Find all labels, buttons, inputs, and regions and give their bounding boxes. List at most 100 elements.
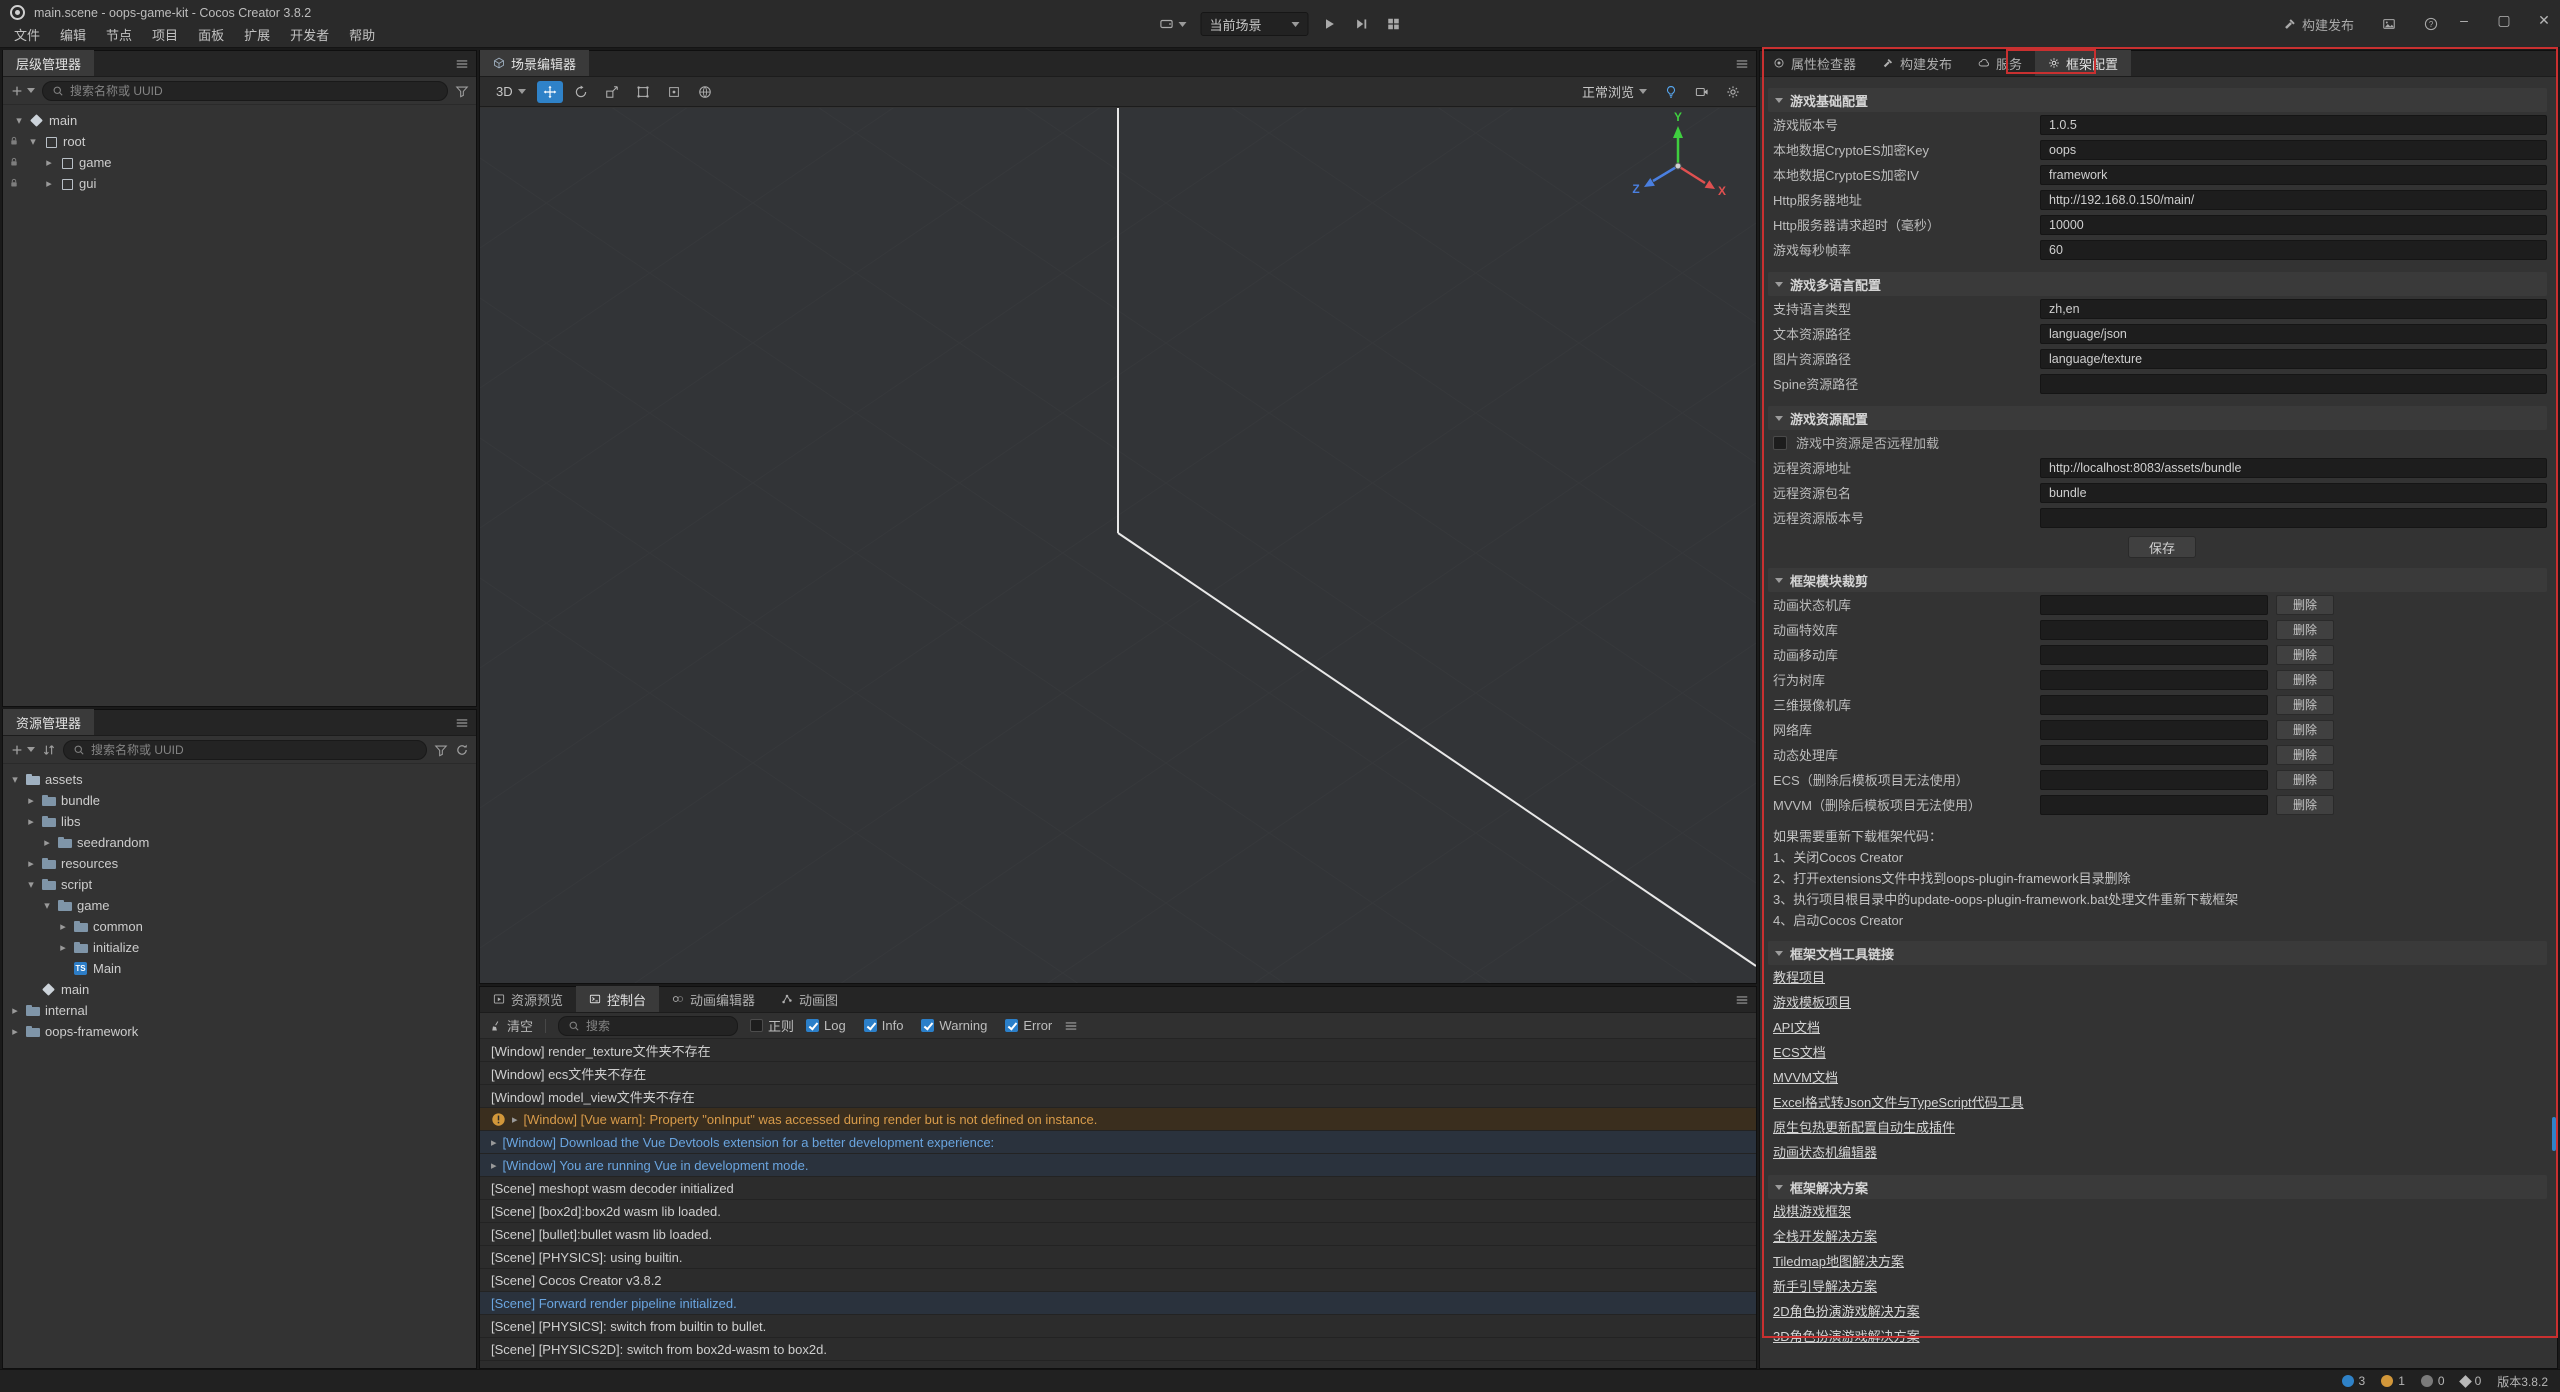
doc-link[interactable]: ECS文档 <box>1773 1040 1826 1065</box>
expand-arrow[interactable]: ▸ <box>25 794 37 807</box>
scene-select[interactable]: 当前场景 <box>1201 12 1309 36</box>
console-message-row[interactable]: ▸ [Window] model_view文件夹不存在 <box>480 1085 1756 1108</box>
log-filter-checkbox[interactable]: Log <box>806 1018 846 1033</box>
create-node-button[interactable] <box>10 84 35 98</box>
console-message-row[interactable]: ▸ [Window] [Vue warn]: Property "onInput… <box>480 1108 1756 1131</box>
asset-row[interactable]: ▸ resources <box>3 853 476 874</box>
scale-tool[interactable] <box>599 81 625 103</box>
section-module-trim[interactable]: 框架模块裁剪 <box>1768 568 2547 592</box>
hierarchy-node-row[interactable]: ▸ gui <box>3 173 476 194</box>
section-language-config[interactable]: 游戏多语言配置 <box>1768 272 2547 296</box>
delete-module-button[interactable]: 删除 <box>2276 620 2334 640</box>
doc-link[interactable]: 游戏模板项目 <box>1773 990 1851 1015</box>
rect-tool[interactable] <box>630 81 656 103</box>
delete-module-button[interactable]: 删除 <box>2276 770 2334 790</box>
asset-row[interactable]: ▸ initialize <box>3 937 476 958</box>
asset-row[interactable]: ▸ libs <box>3 811 476 832</box>
create-asset-button[interactable] <box>10 743 35 757</box>
hierarchy-node-row[interactable]: ▾ main <box>3 110 476 131</box>
scene-settings-icon[interactable] <box>1720 81 1746 103</box>
tab-animation-editor[interactable]: 动画编辑器 <box>659 986 768 1012</box>
doc-link[interactable]: Excel格式转Json文件与TypeScript代码工具 <box>1773 1090 2024 1115</box>
sort-assets-icon[interactable] <box>42 743 56 757</box>
field-input[interactable]: 10000 <box>2040 215 2547 235</box>
log-filter-checkbox[interactable]: Warning <box>921 1018 987 1033</box>
field-input[interactable]: framework <box>2040 165 2547 185</box>
remote-load-checkbox[interactable] <box>1773 436 1787 450</box>
module-path-input[interactable] <box>2040 795 2268 815</box>
doc-link[interactable]: MVVM文档 <box>1773 1065 1838 1090</box>
asset-row[interactable]: ▸ internal <box>3 1000 476 1021</box>
console-collapse-icon[interactable] <box>1064 1019 1078 1033</box>
doc-link[interactable]: 原生包热更新配置自动生成插件 <box>1773 1115 1955 1140</box>
module-path-input[interactable] <box>2040 745 2268 765</box>
section-basic-config[interactable]: 游戏基础配置 <box>1768 88 2547 112</box>
asset-row[interactable]: main <box>3 979 476 1000</box>
asset-row[interactable]: ▸ bundle <box>3 790 476 811</box>
expand-arrow[interactable]: ▸ <box>43 177 55 190</box>
panel-menu-icon[interactable] <box>455 716 469 730</box>
scene-camera-icon[interactable] <box>1689 81 1715 103</box>
tab-inspector[interactable]: 属性检查器 <box>1760 50 1869 76</box>
module-path-input[interactable] <box>2040 720 2268 740</box>
console-search-input[interactable]: 搜索 <box>558 1016 738 1036</box>
scene-light-toggle[interactable] <box>1658 81 1684 103</box>
panel-menu-icon[interactable] <box>1735 57 1749 71</box>
solution-link[interactable]: 3D角色扮演游戏解决方案 <box>1773 1324 1920 1349</box>
module-path-input[interactable] <box>2040 670 2268 690</box>
coordinate-mode-tool[interactable] <box>692 81 718 103</box>
expand-arrow[interactable]: ▸ <box>9 1025 21 1038</box>
scene-viewport[interactable]: Y X Z <box>480 108 1756 983</box>
section-doc-links[interactable]: 框架文档工具链接 <box>1768 941 2547 965</box>
expand-arrow[interactable]: ▸ <box>9 1004 21 1017</box>
delete-module-button[interactable]: 删除 <box>2276 645 2334 665</box>
panel-menu-icon[interactable] <box>455 57 469 71</box>
tab-asset-preview[interactable]: 资源预览 <box>480 986 576 1012</box>
minimize-button[interactable]: – <box>2456 12 2472 29</box>
section-solutions[interactable]: 框架解决方案 <box>1768 1175 2547 1199</box>
solution-link[interactable]: 战棋游戏框架 <box>1773 1199 1851 1224</box>
console-message-row[interactable]: ▸ [Scene] Forward render pipeline initia… <box>480 1292 1756 1315</box>
asset-row[interactable]: ▸ oops-framework <box>3 1021 476 1042</box>
menu-item[interactable]: 面板 <box>188 24 234 48</box>
hierarchy-search-input[interactable]: 搜索名称或 UUID <box>42 81 448 101</box>
console-message-row[interactable]: ▸ [Window] You are running Vue in develo… <box>480 1154 1756 1177</box>
delete-module-button[interactable]: 删除 <box>2276 695 2334 715</box>
tab-hierarchy[interactable]: 层级管理器 <box>3 50 94 76</box>
expand-arrow[interactable]: ▸ <box>491 1159 497 1172</box>
field-input[interactable]: http://localhost:8083/assets/bundle <box>2040 458 2547 478</box>
error-count[interactable]: 0 <box>2421 1374 2445 1388</box>
tab-animation-graph[interactable]: 动画图 <box>768 986 851 1012</box>
module-path-input[interactable] <box>2040 620 2268 640</box>
field-input[interactable]: language/texture <box>2040 349 2547 369</box>
doc-link[interactable]: 教程项目 <box>1773 965 1825 990</box>
field-input[interactable] <box>2040 374 2547 394</box>
lock-icon[interactable] <box>8 156 20 168</box>
module-path-input[interactable] <box>2040 695 2268 715</box>
asset-row[interactable]: ▸ common <box>3 916 476 937</box>
lock-icon[interactable] <box>8 135 20 147</box>
expand-arrow[interactable]: ▸ <box>25 857 37 870</box>
expand-arrow[interactable]: ▸ <box>491 1136 497 1149</box>
close-button[interactable]: ✕ <box>2536 12 2552 29</box>
lock-icon[interactable] <box>8 177 20 189</box>
regex-toggle[interactable]: 正则 <box>750 1016 794 1035</box>
assets-search-input[interactable]: 搜索名称或 UUID <box>63 740 427 760</box>
tab-console[interactable]: 控制台 <box>576 986 659 1012</box>
module-path-input[interactable] <box>2040 645 2268 665</box>
module-path-input[interactable] <box>2040 770 2268 790</box>
scrollbar-thumb[interactable] <box>2552 1117 2556 1151</box>
asset-row[interactable]: ▾ script <box>3 874 476 895</box>
field-input[interactable]: http://192.168.0.150/main/ <box>2040 190 2547 210</box>
solution-link[interactable]: 2D角色扮演游戏解决方案 <box>1773 1299 1920 1324</box>
asset-row[interactable]: Main <box>3 958 476 979</box>
menu-item[interactable]: 编辑 <box>50 24 96 48</box>
doc-link[interactable]: API文档 <box>1773 1015 1820 1040</box>
menu-item[interactable]: 节点 <box>96 24 142 48</box>
tab-assets[interactable]: 资源管理器 <box>3 709 94 735</box>
field-input[interactable]: oops <box>2040 140 2547 160</box>
expand-arrow[interactable]: ▾ <box>13 114 25 127</box>
maximize-button[interactable]: ▢ <box>2496 12 2512 29</box>
tab-scene-editor[interactable]: 场景编辑器 <box>480 50 589 76</box>
console-message-row[interactable]: ▸ [Scene] Cocos Creator v3.8.2 <box>480 1269 1756 1292</box>
